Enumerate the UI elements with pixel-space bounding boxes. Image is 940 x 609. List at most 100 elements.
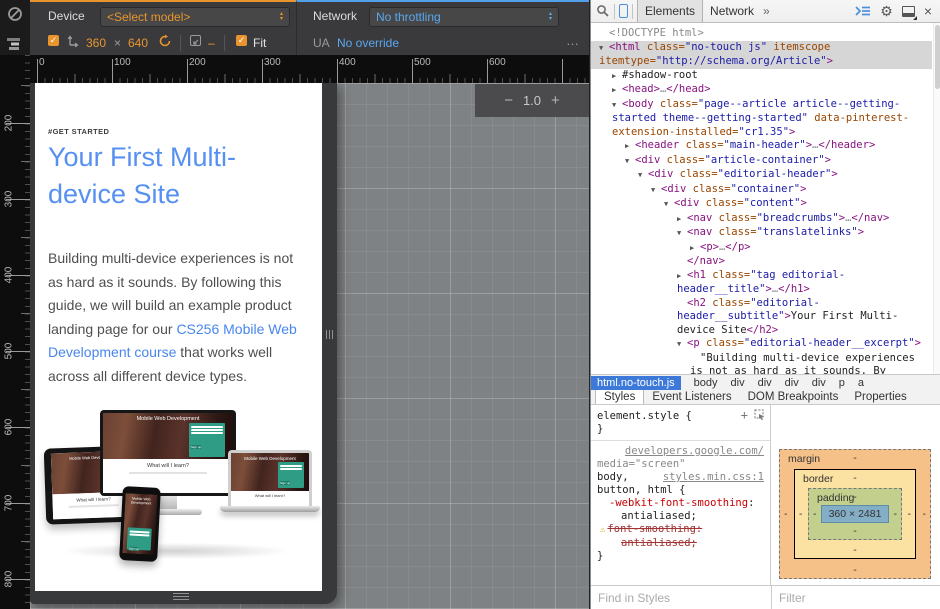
new-style-rule-icon[interactable]: + (741, 410, 748, 420)
dom-tree-node[interactable]: "Building multi-device experiences is no… (591, 352, 932, 375)
tabs-overflow-button[interactable]: » (763, 4, 770, 18)
breadcrumb-item[interactable]: a (858, 377, 864, 389)
breadcrumb-item[interactable]: div (758, 377, 772, 389)
h-ruler-label: 300 (264, 57, 281, 68)
tree-scrollbar[interactable] (933, 23, 940, 374)
swap-dimensions-icon[interactable] (66, 33, 80, 51)
dom-tree-node[interactable]: ▼<div class="editorial-header"> (591, 168, 932, 183)
search-icon[interactable] (596, 4, 610, 18)
element-state-icon[interactable] (754, 409, 765, 420)
device-mode-icon[interactable] (619, 4, 628, 18)
tab-network[interactable]: Network (703, 0, 761, 22)
viewport-width-field[interactable]: 360 (86, 36, 106, 50)
css-line[interactable]: } (597, 550, 764, 563)
network-waterfall-icon[interactable] (7, 37, 23, 55)
css-line[interactable]: button, html { (597, 484, 764, 497)
resize-width-handle[interactable] (326, 330, 333, 339)
sidebar-tab-styles[interactable]: Styles (595, 390, 644, 404)
ua-override-value[interactable]: No override (337, 36, 399, 50)
sidebar-tab-dom-breakpoints[interactable]: DOM Breakpoints (740, 390, 847, 404)
code-token: "no-touch js" (685, 41, 767, 53)
device-pixel-ratio-icon[interactable] (190, 35, 201, 46)
box-model-border: border - - - - padding - - - - 360 × 248… (794, 469, 916, 559)
toolbar-divider (224, 35, 225, 51)
dom-tree-node[interactable]: ▼<div class="article-container"> (591, 154, 932, 169)
breadcrumb-item[interactable]: div (731, 377, 745, 389)
css-line[interactable]: styles.min.css:1body, (597, 471, 764, 484)
stylesheet-link[interactable]: developers.google.com/ (625, 445, 764, 458)
tree-expand-icon[interactable]: ▶ (690, 242, 700, 256)
dom-tree-node[interactable]: ▶<h1 class="tag editorial-header__title"… (591, 269, 932, 297)
zoom-out-button[interactable]: − (504, 92, 513, 109)
device-label: Device (48, 9, 85, 23)
toolbar-divider (632, 4, 633, 19)
tree-expand-icon[interactable]: ▶ (612, 84, 622, 98)
css-line[interactable]: element.style { (597, 410, 764, 423)
page-title: Your First Multi-device Site (48, 139, 300, 213)
css-line[interactable]: media="screen" (597, 458, 764, 471)
hero-shadow (51, 542, 301, 560)
block-icon[interactable] (7, 6, 23, 27)
padding-left-value: - (813, 508, 817, 520)
dom-tree-node[interactable]: </nav> (591, 255, 932, 269)
css-line[interactable]: -webkit-font-smoothing: antialiased; (597, 497, 764, 523)
dom-tree-node[interactable]: ▼<div class="container"> (591, 183, 932, 198)
device-pixel-ratio-value[interactable]: – (208, 36, 215, 50)
dom-tree-node[interactable]: <h2 class="editorial-header__subtitle">Y… (591, 297, 932, 338)
dom-tree-node[interactable]: ▶<p>…</p> (591, 241, 932, 256)
dom-tree-node[interactable]: <!DOCTYPE html> (591, 27, 932, 41)
tree-expand-icon[interactable]: ▼ (651, 184, 661, 198)
more-options-button[interactable]: … (566, 33, 580, 48)
dom-tree-node[interactable]: ▶<nav class="breadcrumbs">…</nav> (591, 212, 932, 227)
breadcrumb-item[interactable]: p (839, 377, 845, 389)
settings-gear-icon[interactable]: ⚙ (880, 3, 893, 20)
tree-expand-icon[interactable]: ▶ (612, 70, 622, 84)
tab-elements[interactable]: Elements (637, 0, 703, 22)
tree-expand-icon[interactable]: ▼ (612, 99, 622, 113)
dom-tree-node[interactable]: ▼<nav class="translatelinks"> (591, 226, 932, 241)
breadcrumb-item[interactable]: body (694, 377, 718, 389)
sidebar-tab-properties[interactable]: Properties (846, 390, 914, 404)
tree-expand-icon[interactable]: ▶ (625, 140, 635, 154)
tree-scrollbar-thumb[interactable] (935, 25, 940, 89)
stylesheet-link[interactable]: styles.min.css:1 (663, 471, 764, 484)
code-token: "editorial-header__excerpt" (744, 337, 915, 349)
css-line[interactable]: ⚠font-smoothing: antialiased; (597, 523, 764, 550)
tree-expand-icon[interactable]: ▼ (638, 169, 648, 183)
screenshot-root: Device <Select model> ▴▾ ✓ 360 × 640 – ✓… (0, 0, 940, 609)
viewport-height-field[interactable]: 640 (128, 36, 148, 50)
console-drawer-icon[interactable] (855, 5, 871, 17)
close-devtools-icon[interactable]: × (924, 3, 932, 19)
resize-height-handle[interactable] (173, 591, 189, 602)
breadcrumb-item[interactable]: html.no-touch.js (591, 376, 681, 390)
sidebar-tab-event-listeners[interactable]: Event Listeners (644, 390, 739, 404)
dimensions-checkbox[interactable]: ✓ (48, 35, 59, 46)
filter-input[interactable] (772, 586, 940, 609)
dom-tree-node[interactable]: ▶#shadow-root (591, 69, 932, 84)
reset-viewport-icon[interactable] (158, 34, 172, 51)
tree-expand-icon[interactable]: ▼ (664, 198, 674, 212)
css-line[interactable]: } (597, 423, 764, 436)
device-model-select[interactable]: <Select model> ▴▾ (100, 7, 290, 27)
network-throttling-select[interactable]: No throttling ▴▾ (369, 7, 559, 27)
find-in-styles-input[interactable] (591, 586, 771, 609)
fit-checkbox[interactable]: ✓ (236, 35, 247, 46)
tree-expand-icon[interactable]: ▶ (677, 270, 687, 284)
tree-expand-icon[interactable]: ▼ (625, 155, 635, 169)
dom-tree-node[interactable]: ▼<html class="no-touch js" itemscope ite… (591, 41, 932, 69)
tree-expand-icon[interactable]: ▶ (677, 213, 687, 227)
tree-expand-icon[interactable]: ▼ (677, 338, 687, 352)
dom-tree-node[interactable]: ▼<div class="content"> (591, 197, 932, 212)
dom-tree-node[interactable]: ▶<header class="main-header">…</header> (591, 139, 932, 154)
dom-tree-node[interactable]: ▼<p class="editorial-header__excerpt"> (591, 337, 932, 352)
dom-tree-node[interactable]: ▶<head>…</head> (591, 83, 932, 98)
breadcrumb-item[interactable]: div (785, 377, 799, 389)
dock-side-icon[interactable] (902, 6, 915, 17)
zoom-in-button[interactable]: + (551, 92, 560, 109)
code-token: <nav (687, 226, 712, 238)
dom-tree-node[interactable]: ▼<body class="page--article article--get… (591, 98, 932, 140)
css-line[interactable]: developers.google.com/ (597, 445, 764, 458)
breadcrumb-item[interactable]: div (812, 377, 826, 389)
tree-expand-icon[interactable]: ▼ (599, 42, 609, 56)
tree-expand-icon[interactable]: ▼ (677, 227, 687, 241)
